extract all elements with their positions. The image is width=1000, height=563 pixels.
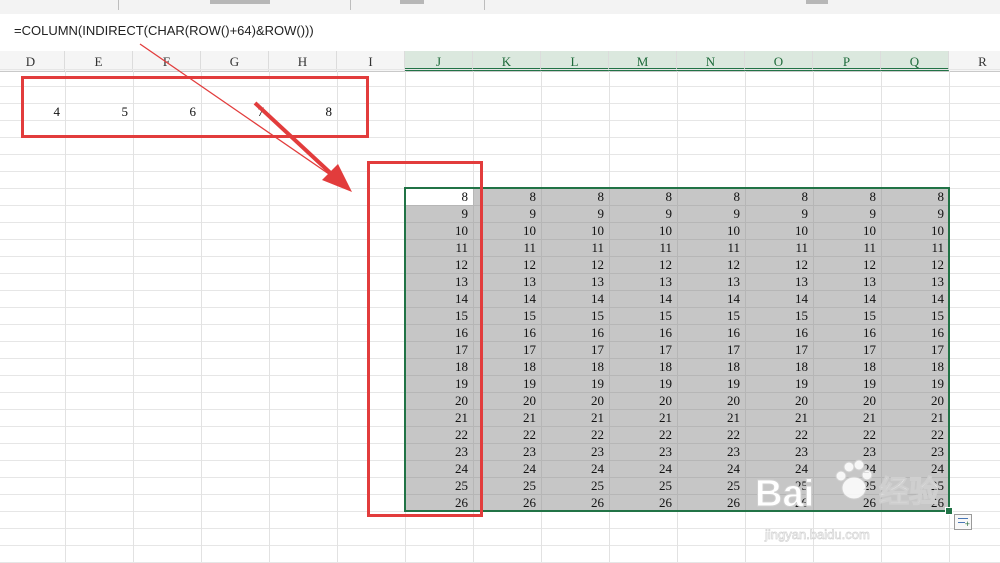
column-header-o[interactable]: O xyxy=(745,51,813,71)
column-header-l[interactable]: L xyxy=(541,51,609,71)
column-header-e[interactable]: E xyxy=(65,51,133,71)
annotation-box-first-column xyxy=(367,161,483,517)
column-header-i[interactable]: I xyxy=(337,51,405,71)
baidu-watermark: Bai 经验 jingyan.baidu.com xyxy=(755,456,955,556)
column-gridline xyxy=(337,71,338,562)
ribbon-label-fragment xyxy=(806,0,828,4)
ribbon-label-fragment xyxy=(400,0,424,4)
column-gridline xyxy=(65,71,66,562)
ribbon-separator xyxy=(118,0,119,10)
watermark-brand-cn: 经验 xyxy=(879,475,939,510)
formula-text[interactable]: =COLUMN(INDIRECT(CHAR(ROW()+64)&ROW())) xyxy=(14,23,314,38)
column-gridline xyxy=(133,71,134,562)
watermark-url: jingyan.baidu.com xyxy=(764,527,870,542)
column-header-q[interactable]: Q xyxy=(881,51,949,71)
column-header-j[interactable]: J xyxy=(405,51,473,71)
column-header-r[interactable]: R xyxy=(949,51,1000,71)
row-gridline xyxy=(0,154,1000,155)
ribbon-separator xyxy=(350,0,351,10)
column-header-k[interactable]: K xyxy=(473,51,541,71)
ribbon-strip xyxy=(0,0,1000,15)
paste-options-icon[interactable]: + xyxy=(954,514,972,530)
annotation-box-top-row xyxy=(21,75,369,138)
column-gridline xyxy=(269,71,270,562)
column-header-f[interactable]: F xyxy=(133,51,201,71)
column-gridline xyxy=(201,71,202,562)
column-header-g[interactable]: G xyxy=(201,51,269,71)
column-header-m[interactable]: M xyxy=(609,51,677,71)
ribbon-separator xyxy=(484,0,485,10)
column-header-p[interactable]: P xyxy=(813,51,881,71)
row-gridline xyxy=(0,171,1000,172)
column-header-h[interactable]: H xyxy=(269,51,337,71)
formula-bar[interactable]: =COLUMN(INDIRECT(CHAR(ROW()+64)&ROW())) xyxy=(0,14,1000,52)
row-gridline xyxy=(0,69,1000,70)
watermark-brand: Bai xyxy=(755,473,814,515)
column-header-d[interactable]: D xyxy=(0,51,65,71)
column-header-n[interactable]: N xyxy=(677,51,745,71)
ribbon-label-fragment xyxy=(210,0,270,4)
baidu-logo: Bai 经验 jingyan.baidu.com xyxy=(755,459,940,542)
